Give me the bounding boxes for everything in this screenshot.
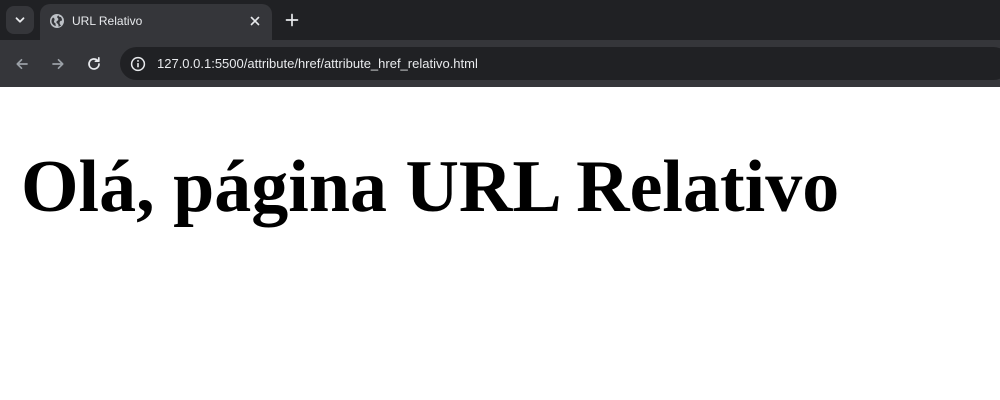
- arrow-left-icon: [16, 58, 28, 70]
- tab-close-button[interactable]: [246, 12, 264, 30]
- page-viewport: Olá, página URL Relativo: [0, 87, 1000, 400]
- tab-search-button[interactable]: [6, 6, 34, 34]
- info-icon: [130, 56, 146, 72]
- tab-title: URL Relativo: [72, 14, 143, 28]
- url-text[interactable]: 127.0.0.1:5500/attribute/href/attribute_…: [157, 55, 478, 72]
- reload-button[interactable]: [80, 50, 108, 78]
- globe-icon: [49, 13, 65, 29]
- address-bar[interactable]: 127.0.0.1:5500/attribute/href/attribute_…: [120, 47, 1000, 80]
- arrow-right-icon: [52, 58, 64, 70]
- browser-window: URL Relativo 127.0.0.1:5500/attribute/hr…: [0, 0, 1000, 400]
- forward-button[interactable]: [44, 50, 72, 78]
- chevron-down-icon: [15, 17, 25, 23]
- tab-strip: URL Relativo: [0, 0, 1000, 40]
- back-button[interactable]: [8, 50, 36, 78]
- reload-icon: [88, 56, 100, 70]
- tab-active[interactable]: URL Relativo: [40, 4, 272, 40]
- close-icon: [250, 16, 260, 26]
- new-tab-button[interactable]: [280, 8, 304, 32]
- site-info-button[interactable]: [126, 52, 150, 76]
- page-heading: Olá, página URL Relativo: [21, 146, 840, 228]
- plus-icon: [285, 13, 299, 27]
- toolbar: 127.0.0.1:5500/attribute/href/attribute_…: [0, 40, 1000, 87]
